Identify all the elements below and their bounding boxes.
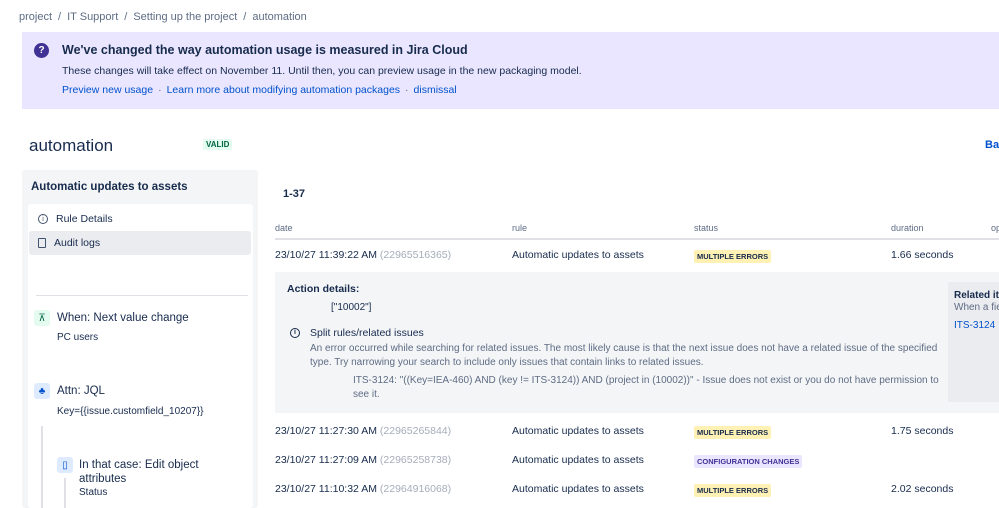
column-header-status[interactable]: status — [694, 223, 718, 233]
step-action-subtitle: Status — [79, 487, 108, 498]
info-banner: ? We've changed the way automation usage… — [22, 32, 999, 109]
sidebar-item-label: Audit logs — [54, 237, 101, 249]
row-rule: Automatic updates to assets — [512, 454, 644, 466]
table-row[interactable]: 23/10/27 11:27:30 AM (22965265844) — [275, 425, 451, 437]
breadcrumb-automation[interactable]: automation — [252, 11, 306, 23]
row-date: 23/10/27 11:39:22 AM — [275, 249, 377, 261]
link-separator: · — [158, 84, 162, 96]
page-title: automation — [29, 136, 114, 155]
table-row[interactable]: 23/10/27 11:27:09 AM (22965258738) — [275, 454, 451, 466]
related-items-subtitle: When a field — [954, 302, 999, 313]
clipboard-icon: ▯ — [57, 457, 73, 473]
info-icon: i — [38, 214, 48, 224]
banner-description: These changes will take effect on Novemb… — [62, 65, 582, 77]
breadcrumb-project-settings[interactable]: Setting up the project — [133, 11, 237, 23]
status-badge: VALID — [203, 139, 233, 150]
table-header-divider — [275, 238, 999, 240]
row-detail-panel: Action details: ["10002"] i Split rules/… — [275, 272, 999, 413]
step-branch-subtitle: Key={{issue.customfield_10207}} — [57, 406, 204, 417]
table-row[interactable]: 23/10/27 11:10:32 AM (22964916068) — [275, 483, 451, 495]
row-id: (22965265844) — [379, 425, 452, 437]
row-duration: 1.66 seconds — [891, 249, 954, 261]
action-line — [64, 478, 66, 508]
related-issue-link[interactable]: ITS-3124 — [954, 320, 995, 331]
column-header-rule[interactable]: rule — [512, 223, 527, 233]
back-link[interactable]: Back — [985, 139, 999, 151]
step-trigger-title[interactable]: When: Next value change — [57, 312, 189, 324]
status-lozenge: MULTIPLE ERRORS — [694, 426, 772, 439]
row-rule: Automatic updates to assets — [512, 483, 644, 495]
rule-panel: i Rule Details Audit logs ⊼ When: Next v… — [28, 204, 253, 508]
step-action-title[interactable]: In that case: Edit object attributes — [79, 458, 229, 486]
status-lozenge: CONFIGURATION CHANGES — [694, 455, 803, 468]
column-header-duration[interactable]: duration — [891, 223, 924, 233]
sidebar-item-label: Rule Details — [56, 213, 113, 225]
detail-title: Split rules/related issues — [310, 327, 424, 339]
action-details-heading: Action details: — [287, 283, 360, 295]
row-id: (22965258738) — [379, 454, 452, 466]
branch-icon: ♣ — [34, 383, 50, 399]
breadcrumb: project / IT Support / Setting up the pr… — [19, 11, 307, 23]
related-items-title: Related items — [954, 290, 999, 301]
column-header-options[interactable]: options — [991, 223, 999, 233]
breadcrumb-project[interactable]: project — [19, 11, 52, 23]
breadcrumb-separator: / — [58, 11, 62, 23]
link-separator: · — [405, 84, 409, 96]
row-rule: Automatic updates to assets — [512, 249, 644, 261]
action-details-value: ["10002"] — [331, 302, 372, 313]
rule-name: Automatic updates to assets — [31, 181, 188, 193]
learn-more-link[interactable]: Learn more about modifying automation pa… — [167, 84, 400, 96]
table-row[interactable]: 23/10/27 11:39:22 AM (22965516365) — [275, 249, 451, 261]
document-icon — [38, 238, 46, 248]
step-branch-title[interactable]: Attn: JQL — [57, 385, 105, 397]
row-rule: Automatic updates to assets — [512, 425, 644, 437]
branch-line — [41, 426, 43, 508]
row-id: (22965516365) — [379, 249, 452, 261]
status-lozenge: MULTIPLE ERRORS — [694, 484, 772, 497]
row-duration: 1.75 seconds — [891, 425, 954, 437]
step-trigger-subtitle: PC users — [57, 332, 99, 343]
sidebar-item-rule-details[interactable]: i Rule Details — [29, 207, 251, 231]
column-header-date[interactable]: date — [275, 223, 293, 233]
related-items-panel: Related items When a field ITS-3124 — [948, 282, 999, 402]
row-id: (22964916068) — [379, 483, 452, 495]
question-icon: ? — [34, 43, 49, 58]
preview-usage-link[interactable]: Preview new usage — [62, 84, 153, 96]
breadcrumb-it-support[interactable]: IT Support — [67, 11, 118, 23]
breadcrumb-separator: / — [124, 11, 128, 23]
row-date: 23/10/27 11:27:09 AM — [275, 454, 377, 466]
dismiss-link[interactable]: dismissal — [414, 84, 457, 96]
rule-sidebar: Automatic updates to assets i Rule Detai… — [22, 170, 258, 508]
info-icon: i — [290, 328, 300, 338]
status-lozenge: MULTIPLE ERRORS — [694, 250, 772, 263]
row-duration: 2.02 seconds — [891, 483, 954, 495]
row-date: 23/10/27 11:27:30 AM — [275, 425, 377, 437]
banner-links: Preview new usage · Learn more about mod… — [62, 84, 457, 96]
error-message: An error occurred while searching for re… — [310, 343, 938, 368]
banner-title: We've changed the way automation usage i… — [62, 43, 468, 57]
sidebar-item-audit-logs[interactable]: Audit logs — [29, 231, 251, 255]
divider — [36, 295, 248, 296]
breadcrumb-separator: / — [243, 11, 247, 23]
row-date: 23/10/27 11:10:32 AM — [275, 483, 377, 495]
issue-error-message: ITS-3124: "((Key=IEA-460) AND (key != IT… — [353, 375, 939, 400]
result-range: 1-37 — [283, 188, 306, 200]
trigger-icon: ⊼ — [34, 310, 50, 326]
